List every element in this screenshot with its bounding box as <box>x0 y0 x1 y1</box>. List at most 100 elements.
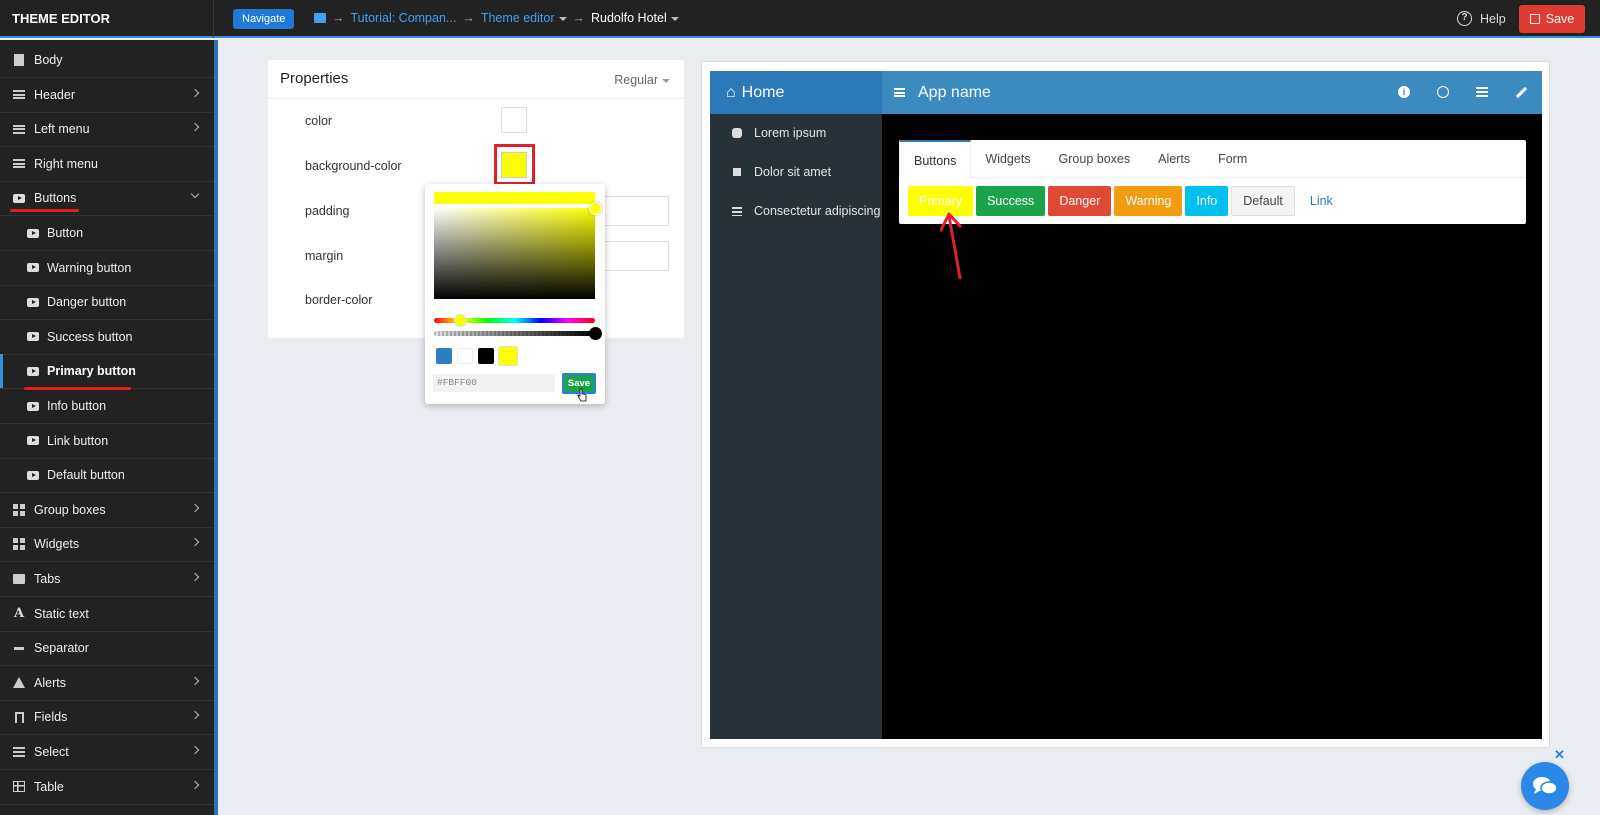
sidebar-scrollbar[interactable] <box>214 40 218 815</box>
preview-side-item[interactable]: Dolor sit amet <box>710 165 882 179</box>
sidebar-item-label: Table <box>34 779 64 794</box>
breadcrumb-item-tutorial[interactable]: Tutorial: Compan... <box>351 11 457 25</box>
default-button[interactable]: Default <box>1231 186 1295 216</box>
sidebar-item-static-text[interactable]: A Static text <box>0 597 214 632</box>
caret-down-icon <box>662 78 670 83</box>
preview-side-item[interactable]: Lorem ipsum <box>710 126 882 140</box>
sidebar-item-success-button[interactable]: Success button <box>0 320 214 355</box>
sidebar-item-right-menu[interactable]: Right menu <box>0 147 214 182</box>
preset-swatch[interactable] <box>478 348 494 364</box>
chevron-right-icon <box>190 745 200 755</box>
sidebar-item-info-button[interactable]: Info button <box>0 389 214 424</box>
sidebar-item-group-boxes[interactable]: Group boxes <box>0 493 214 528</box>
prop-label-border-color: border-color <box>305 293 373 307</box>
widgets-icon-shape <box>13 538 25 551</box>
danger-button[interactable]: Danger <box>1048 186 1112 216</box>
saturation-handle[interactable] <box>589 202 602 215</box>
breadcrumb-item-current[interactable]: Rudolfo Hotel <box>591 11 679 25</box>
info-icon[interactable]: i <box>1397 85 1411 99</box>
floppy-icon <box>1529 14 1540 24</box>
tab-form[interactable]: Form <box>1204 140 1261 178</box>
breadcrumb-item-theme-editor[interactable]: Theme editor <box>481 11 567 25</box>
tab-buttons[interactable]: Buttons <box>899 140 972 179</box>
lines-icon-shape <box>13 90 25 100</box>
margin-input[interactable] <box>601 241 669 271</box>
sidebar-item-widgets[interactable]: Widgets <box>0 527 214 563</box>
app-icon <box>314 13 326 23</box>
youtube-icon <box>27 435 39 447</box>
sidebar-item-label: Header <box>34 87 75 102</box>
prop-label-padding: padding <box>305 204 350 218</box>
grid-icon <box>13 503 25 516</box>
alpha-slider[interactable] <box>434 331 595 336</box>
sidebar-item-left-menu[interactable]: Left menu <box>0 112 214 148</box>
sidebar-item-body[interactable]: Body <box>0 43 214 78</box>
globe-icon[interactable] <box>1436 85 1450 99</box>
sidebar-item-separator[interactable]: Separator <box>0 631 214 667</box>
sidebar-item-tabs[interactable]: Tabs <box>0 562 214 597</box>
help-label: Help <box>1480 11 1506 26</box>
link-button[interactable]: Link <box>1298 186 1345 216</box>
navigate-button[interactable]: Navigate <box>233 9 295 29</box>
warning-button[interactable]: Warning <box>1114 186 1183 216</box>
sidebar-item-primary-button[interactable]: Primary button <box>0 354 214 390</box>
sidebar-item-label: Info button <box>47 399 107 413</box>
arrow-right-icon: → <box>462 11 475 25</box>
sidebar-item-table[interactable]: Table <box>0 770 214 805</box>
padding-input[interactable] <box>601 196 669 226</box>
tab-alerts[interactable]: Alerts <box>1144 140 1204 178</box>
folder-icon-shape <box>13 574 25 584</box>
sidebar-item-warning-button[interactable]: Warning button <box>0 251 214 286</box>
tab-group-boxes[interactable]: Group boxes <box>1045 140 1145 178</box>
success-button[interactable]: Success <box>976 186 1046 216</box>
preset-swatch[interactable] <box>436 348 452 364</box>
saturation-area[interactable] <box>434 208 595 299</box>
youtube-icon-shape <box>27 332 39 342</box>
youtube-icon-shape <box>13 193 25 203</box>
chat-bubbles-icon <box>1533 777 1558 795</box>
tab-widgets[interactable]: Widgets <box>971 140 1044 178</box>
save-button[interactable]: Save <box>1519 5 1585 33</box>
sidebar-item-label: Left menu <box>34 122 90 137</box>
chevron-right-icon <box>190 503 200 513</box>
table-icon-shape <box>13 781 25 793</box>
caret-down-icon <box>670 16 679 21</box>
info-button[interactable]: Info <box>1185 186 1229 216</box>
preset-swatch[interactable] <box>457 348 473 364</box>
breadcrumb-label: Rudolfo Hotel <box>591 11 667 25</box>
preview-button-row: Primary Success Danger Warning Info Defa… <box>908 186 1345 216</box>
preview-side-item[interactable]: Consectetur adipiscing <box>710 204 882 218</box>
mode-select[interactable]: Regular <box>614 73 670 87</box>
alpha-handle[interactable] <box>589 327 602 340</box>
sidebar-item-fields[interactable]: Fields <box>0 700 214 736</box>
app-name: App name <box>918 83 991 101</box>
divider <box>213 0 214 38</box>
sidebar-item-alerts[interactable]: Alerts <box>0 666 214 701</box>
chevron-right-icon <box>190 122 200 132</box>
sidebar-item-header[interactable]: Header <box>0 78 214 113</box>
youtube-icon <box>27 227 39 239</box>
sidebar-item-default-button[interactable]: Default button <box>0 458 214 494</box>
list-icon <box>13 746 25 758</box>
sidebar-item-link-button[interactable]: Link button <box>0 424 214 459</box>
sidebar-item-label: Danger button <box>47 295 127 310</box>
chat-button[interactable] <box>1521 762 1569 810</box>
hex-input[interactable]: #FBFF00 <box>433 374 555 392</box>
hue-handle[interactable] <box>454 314 467 327</box>
lines-icon <box>13 89 25 101</box>
preview-home[interactable]: ⌂ Home <box>710 71 882 114</box>
app-brand: THEME EDITOR <box>12 11 110 26</box>
preset-swatch[interactable] <box>498 346 518 366</box>
sidebar-item-label: Tabs <box>34 572 61 586</box>
wrench-icon[interactable] <box>1514 85 1528 99</box>
sidebar-item-danger-button[interactable]: Danger button <box>0 285 214 321</box>
help-link[interactable]: ? Help <box>1457 11 1506 26</box>
color-swatch[interactable] <box>501 107 527 133</box>
sidebar-item-select[interactable]: Select <box>0 735 214 770</box>
youtube-icon-shape <box>27 297 39 307</box>
breadcrumb: → Tutorial: Compan... → Theme editor → R… <box>314 11 679 25</box>
list-icon[interactable] <box>1475 85 1489 99</box>
menu-icon[interactable] <box>894 88 905 97</box>
close-icon[interactable]: ✕ <box>1554 747 1565 763</box>
sidebar-item-button[interactable]: Button <box>0 216 214 251</box>
